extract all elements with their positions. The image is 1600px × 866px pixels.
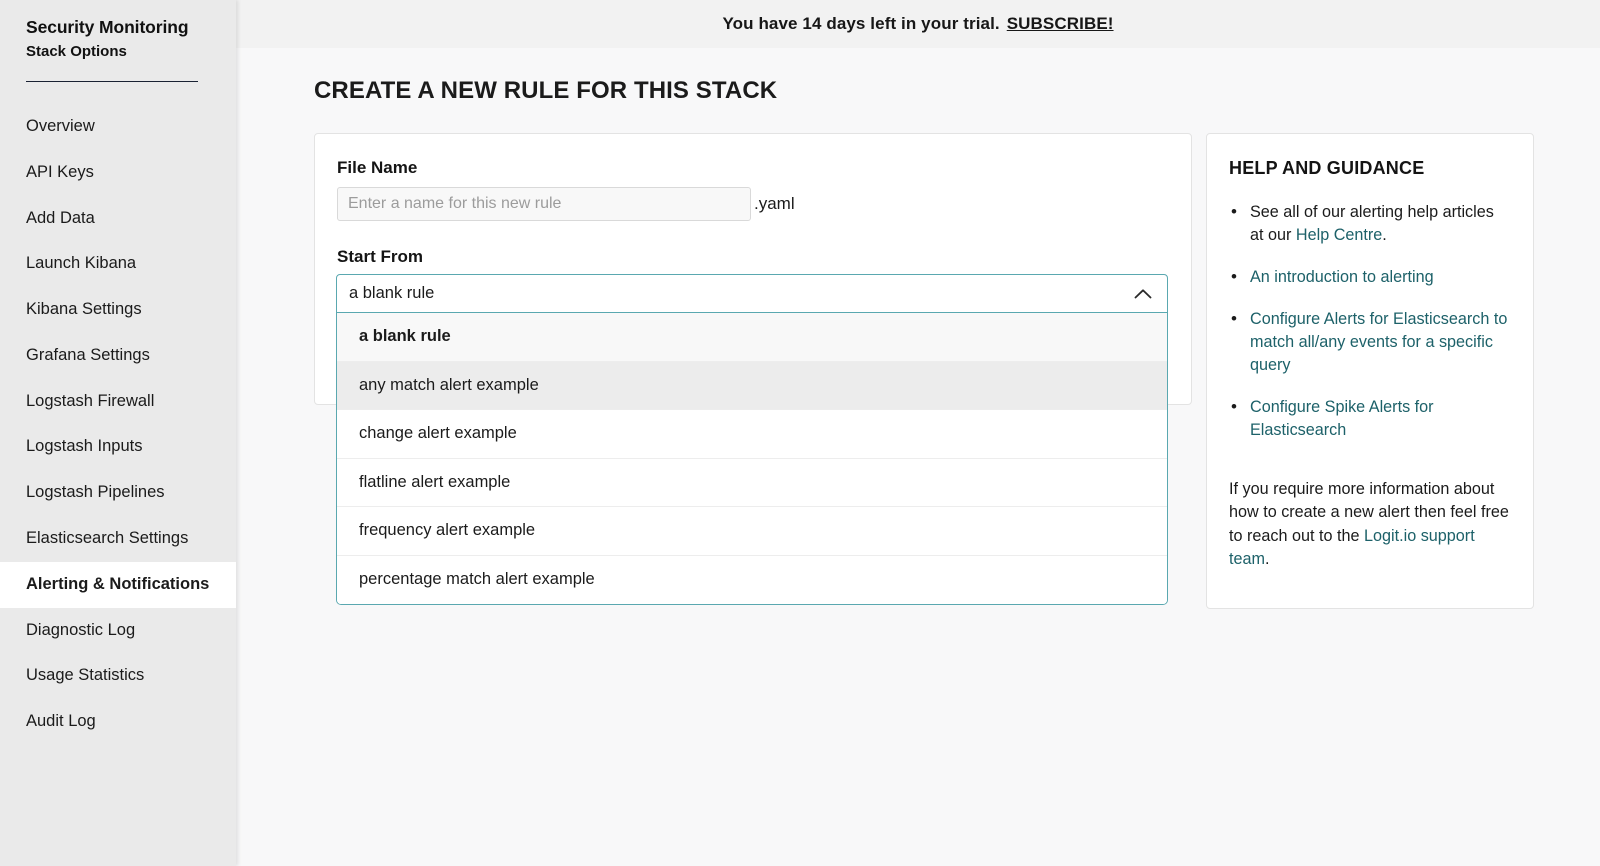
help-bullet-link[interactable]: An introduction to alerting [1250, 268, 1434, 286]
start-from-option[interactable]: frequency alert example [337, 507, 1167, 556]
sidebar-item-usage-statistics[interactable]: Usage Statistics [0, 653, 236, 699]
file-name-input[interactable] [337, 187, 751, 221]
help-bullet-item: See all of our alerting help articles at… [1229, 201, 1511, 247]
sidebar-item-launch-kibana[interactable]: Launch Kibana [0, 241, 236, 287]
sidebar-item-label: Diagnostic Log [26, 621, 135, 639]
help-title: HELP AND GUIDANCE [1229, 158, 1511, 179]
start-from-select: a blank rule a blank rule any match alert… [336, 274, 1168, 605]
help-bullet-item: Configure Spike Alerts for Elasticsearch [1229, 396, 1511, 442]
sidebar-item-label: Logstash Pipelines [26, 483, 165, 501]
start-from-option-label: change alert example [359, 424, 517, 443]
sidebar-item-audit-log[interactable]: Audit Log [0, 699, 236, 745]
sidebar-item-label: Add Data [26, 209, 95, 227]
help-footer-tail: . [1265, 550, 1270, 568]
sidebar-item-label: Alerting & Notifications [26, 575, 209, 593]
help-bullet-link[interactable]: Configure Alerts for Elasticsearch to ma… [1250, 310, 1507, 374]
sidebar-item-logstash-inputs[interactable]: Logstash Inputs [0, 424, 236, 470]
sidebar-item-label: Logstash Inputs [26, 437, 143, 455]
sidebar-item-overview[interactable]: Overview [0, 104, 236, 150]
sidebar-item-logstash-firewall[interactable]: Logstash Firewall [0, 379, 236, 425]
sidebar-header: Security Monitoring Stack Options [0, 0, 236, 61]
help-footer: If you require more information about ho… [1229, 478, 1511, 572]
sidebar-item-label: Overview [26, 117, 95, 135]
subscribe-link[interactable]: SUBSCRIBE! [1007, 14, 1114, 34]
create-rule-card-inner: File Name .yaml Start From [315, 134, 1191, 267]
help-and-guidance-card: HELP AND GUIDANCE See all of our alertin… [1206, 133, 1534, 609]
sidebar-item-label: Elasticsearch Settings [26, 529, 188, 547]
sidebar-item-alerting-notifications[interactable]: Alerting & Notifications [0, 562, 236, 608]
trial-banner-text: You have 14 days left in your trial. [722, 14, 999, 34]
sidebar-item-label: Grafana Settings [26, 346, 150, 364]
sidebar-item-label: Kibana Settings [26, 300, 142, 318]
sidebar-item-elasticsearch-settings[interactable]: Elasticsearch Settings [0, 516, 236, 562]
sidebar-item-api-keys[interactable]: API Keys [0, 150, 236, 196]
chevron-up-icon[interactable] [1134, 288, 1152, 300]
start-from-option-label: flatline alert example [359, 473, 510, 492]
start-from-option[interactable]: flatline alert example [337, 459, 1167, 508]
start-from-options-list: a blank rule any match alert example chang… [336, 313, 1168, 605]
help-bullet-link[interactable]: Help Centre [1296, 226, 1382, 244]
file-extension-label: .yaml [754, 194, 795, 214]
start-from-option[interactable]: change alert example [337, 410, 1167, 459]
sidebar-item-label: API Keys [26, 163, 94, 181]
page-title: CREATE A NEW RULE FOR THIS STACK [314, 77, 777, 105]
help-bullet-item: An introduction to alerting [1229, 266, 1511, 289]
start-from-option[interactable]: any match alert example [337, 362, 1167, 411]
sidebar: Security Monitoring Stack Options Overvi… [0, 0, 236, 866]
sidebar-item-grafana-settings[interactable]: Grafana Settings [0, 333, 236, 379]
start-from-option[interactable]: a blank rule [337, 313, 1167, 362]
sidebar-item-diagnostic-log[interactable]: Diagnostic Log [0, 608, 236, 654]
sidebar-item-add-data[interactable]: Add Data [0, 196, 236, 242]
file-name-label: File Name [337, 158, 1169, 178]
sidebar-item-logstash-pipelines[interactable]: Logstash Pipelines [0, 470, 236, 516]
app-root: Security Monitoring Stack Options Overvi… [0, 0, 1600, 866]
start-from-option-label: a blank rule [359, 327, 451, 346]
help-bullet-link[interactable]: Configure Spike Alerts for Elasticsearch [1250, 398, 1434, 439]
sidebar-divider [26, 81, 198, 82]
start-from-label: Start From [337, 247, 1169, 267]
start-from-option[interactable]: percentage match alert example [337, 556, 1167, 605]
sidebar-item-kibana-settings[interactable]: Kibana Settings [0, 287, 236, 333]
start-from-selected-value: a blank rule [349, 284, 434, 303]
main-content: You have 14 days left in your trial. SUB… [236, 0, 1600, 866]
sidebar-stack-title: Security Monitoring [26, 16, 210, 40]
help-bullet-item: Configure Alerts for Elasticsearch to ma… [1229, 308, 1511, 377]
sidebar-item-label: Audit Log [26, 712, 96, 730]
sidebar-item-label: Logstash Firewall [26, 392, 154, 410]
sidebar-nav: Overview API Keys Add Data Launch Kibana Kib… [0, 104, 236, 745]
help-bullet-list: See all of our alerting help articles at… [1229, 201, 1511, 442]
start-from-option-label: frequency alert example [359, 521, 535, 540]
start-from-option-label: any match alert example [359, 376, 539, 395]
file-name-row: .yaml [337, 187, 1169, 221]
help-bullet-tail: . [1382, 226, 1387, 244]
sidebar-item-label: Usage Statistics [26, 666, 144, 684]
sidebar-stack-subtitle: Stack Options [26, 42, 210, 62]
trial-banner: You have 14 days left in your trial. SUB… [236, 0, 1600, 48]
start-from-select-toggle[interactable]: a blank rule [336, 274, 1168, 313]
sidebar-item-label: Launch Kibana [26, 254, 136, 272]
start-from-option-label: percentage match alert example [359, 570, 595, 589]
